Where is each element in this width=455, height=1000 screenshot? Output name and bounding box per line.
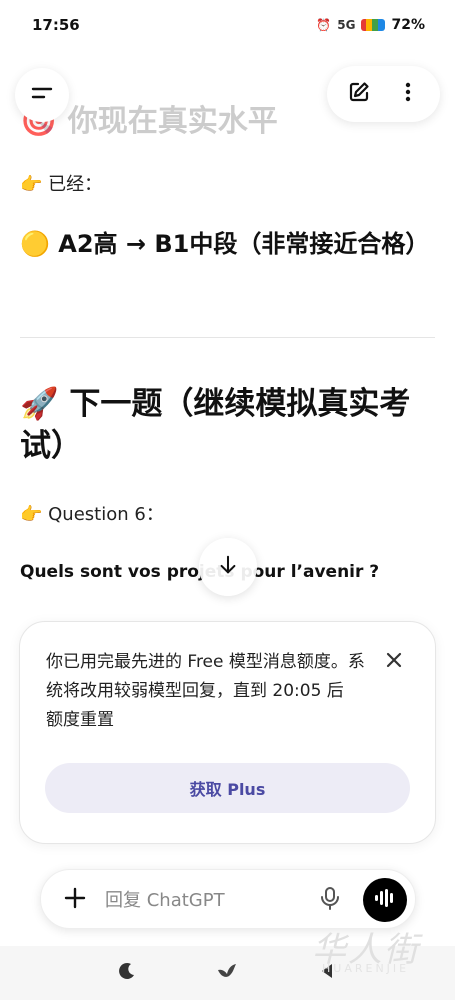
question-label: 👉 Question 6： [20, 504, 164, 525]
microphone-icon [319, 886, 341, 914]
nav-moon[interactable] [112, 958, 142, 988]
close-notice-button[interactable] [380, 648, 408, 676]
voice-mode-button[interactable] [363, 878, 407, 922]
prompt-input[interactable] [105, 885, 305, 915]
nav-bird[interactable] [212, 958, 242, 988]
next-question-heading: 🚀 下一题（继续模拟真实考试） [20, 386, 411, 464]
signal-icon: 5G [337, 18, 356, 32]
status-indicators: ⏰ 5G 72% [316, 17, 425, 33]
menu-button[interactable] [15, 68, 69, 122]
scroll-down-button[interactable] [199, 538, 257, 596]
add-attachment-button[interactable] [57, 882, 93, 918]
arrow-down-icon [217, 554, 239, 580]
dictation-button[interactable] [313, 883, 347, 917]
get-plus-button[interactable]: 获取 Plus [45, 763, 410, 813]
status-time: 17:56 [32, 16, 80, 34]
battery-icon [361, 19, 386, 31]
new-chat-button[interactable] [341, 76, 377, 112]
quota-notice-text: 你已用完最先进的 Free 模型消息额度。系统将改用较弱模型回复，直到 20:0… [46, 652, 365, 730]
quota-notice-card: 你已用完最先进的 Free 模型消息额度。系统将改用较弱模型回复，直到 20:0… [19, 621, 436, 844]
status-bar: 17:56 ⏰ 5G 72% [0, 0, 455, 50]
bird-icon [216, 960, 238, 986]
voice-mode-icon [374, 888, 396, 912]
menu-icon [30, 81, 54, 109]
level-heading: 🟡 A2高 → B1中段（非常接近合格） [20, 230, 430, 258]
plus-icon [63, 886, 87, 914]
alarm-icon: ⏰ [316, 18, 332, 32]
more-vertical-icon [396, 80, 420, 108]
more-options-button[interactable] [390, 76, 426, 112]
close-icon [386, 652, 402, 672]
edit-icon [347, 80, 371, 108]
divider [20, 337, 435, 338]
watermark-text: HUARENJIE [322, 962, 410, 975]
moon-icon [117, 961, 137, 985]
top-actions [327, 66, 440, 122]
battery-level: 72% [391, 17, 425, 33]
already-label: 👉 已经： [20, 174, 103, 195]
composer [40, 869, 416, 929]
